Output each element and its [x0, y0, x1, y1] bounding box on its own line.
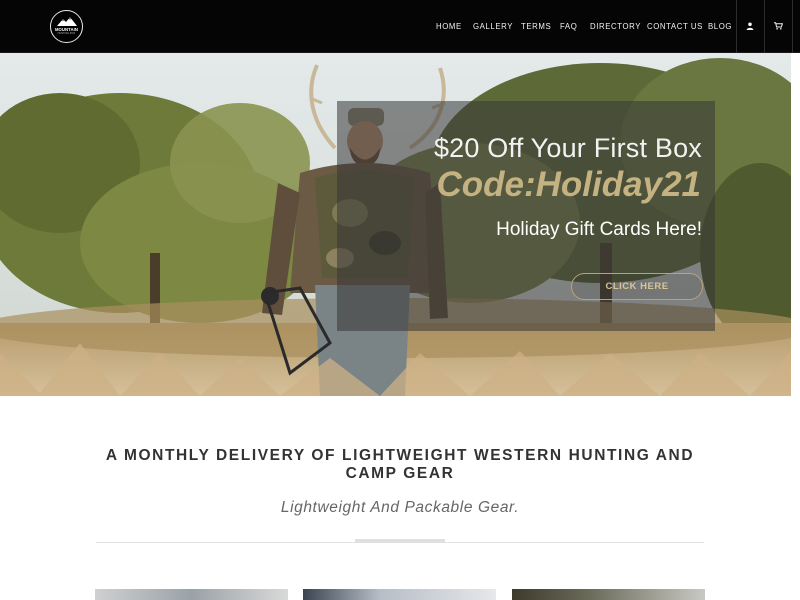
- product-card-image[interactable]: [303, 589, 496, 600]
- user-icon[interactable]: [743, 19, 757, 33]
- nav-gallery[interactable]: GALLERY: [473, 20, 513, 33]
- click-here-button[interactable]: CLICK HERE: [571, 273, 703, 300]
- nav-faq[interactable]: FAQ: [560, 20, 577, 33]
- mountain-icon: [56, 17, 77, 26]
- site-header: MOUNTAIN HUNTING BOX HOME GALLERY TERMS …: [0, 0, 800, 53]
- promo-code: Code:Holiday21: [436, 165, 702, 204]
- scrollbar-gutter: [791, 53, 800, 600]
- product-card-image[interactable]: [512, 589, 705, 600]
- site-logo[interactable]: MOUNTAIN HUNTING BOX: [50, 10, 83, 43]
- promo-headline: $20 Off Your First Box: [433, 133, 702, 163]
- nav-terms[interactable]: TERMS: [521, 20, 551, 33]
- nav-home[interactable]: HOME: [436, 20, 462, 33]
- gift-cards-link[interactable]: Holiday Gift Cards Here!: [496, 219, 702, 241]
- product-card-image[interactable]: [95, 589, 288, 600]
- nav-divider: [792, 0, 793, 53]
- divider-accent: [355, 539, 445, 543]
- section-title: A MONTHLY DELIVERY OF LIGHTWEIGHT WESTER…: [105, 447, 695, 482]
- nav-divider: [764, 0, 765, 53]
- section-subtitle: Lightweight And Packable Gear.: [280, 499, 520, 516]
- hero-banner: $20 Off Your First Box Code:Holiday21 Ho…: [0, 53, 791, 396]
- nav-contact-us[interactable]: CONTACT US: [647, 20, 703, 33]
- promo-overlay: $20 Off Your First Box Code:Holiday21 Ho…: [337, 101, 715, 331]
- cart-icon[interactable]: [771, 19, 785, 33]
- logo-tagline-text: HUNTING BOX: [57, 32, 76, 35]
- nav-directory[interactable]: DIRECTORY: [590, 20, 641, 33]
- nav-divider: [736, 0, 737, 53]
- nav-blog[interactable]: BLOG: [708, 20, 732, 33]
